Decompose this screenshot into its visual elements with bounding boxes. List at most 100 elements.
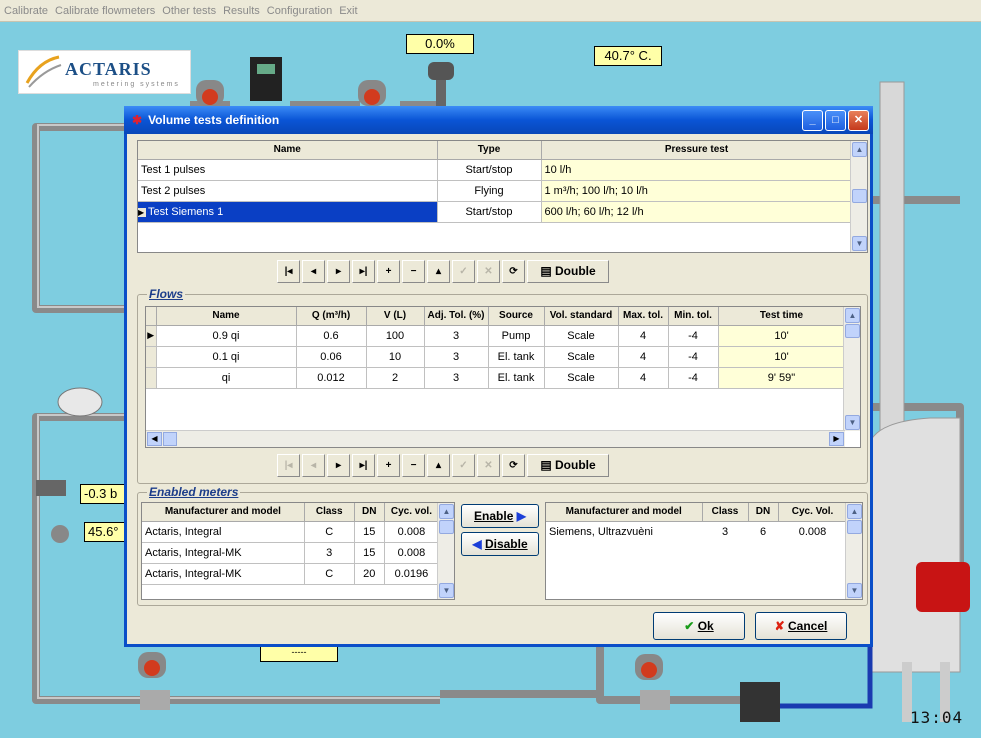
edit-record-button[interactable]: ▴: [427, 259, 450, 283]
edit-record-button[interactable]: ▴: [427, 453, 450, 477]
insert-record-button[interactable]: +: [377, 453, 400, 477]
maximize-button[interactable]: □: [825, 110, 846, 131]
col-v[interactable]: V (L): [366, 307, 425, 326]
scroll-up-icon[interactable]: ▲: [845, 308, 860, 323]
col-dn[interactable]: DN: [354, 503, 385, 522]
delete-record-button[interactable]: −: [402, 259, 425, 283]
table-row[interactable]: Siemens, Ultrazvuèni 3 6 0.008: [546, 521, 847, 542]
table-cell[interactable]: 4: [618, 367, 669, 389]
enabled-scrollbar[interactable]: ▲ ▼: [845, 503, 862, 599]
col-q[interactable]: Q (m³/h): [296, 307, 367, 326]
available-meters-grid[interactable]: Manufacturer and model Class DN Cyc. vol…: [141, 502, 455, 600]
table-cell[interactable]: 6: [748, 521, 778, 542]
col-max-tol[interactable]: Max. tol.: [618, 307, 669, 326]
col-dn[interactable]: DN: [748, 503, 779, 522]
ok-button[interactable]: ✔ Ok: [653, 612, 745, 640]
flows-hscrollbar[interactable]: ◀ ▶: [146, 430, 845, 447]
table-cell[interactable]: -4: [668, 325, 719, 347]
cancel-button[interactable]: ✘ Cancel: [755, 612, 847, 640]
hscroll-thumb[interactable]: [163, 432, 177, 446]
test-pressure[interactable]: 10 l/h: [541, 159, 853, 181]
menu-exit[interactable]: Exit: [339, 5, 357, 17]
scroll-down-icon[interactable]: ▼: [847, 583, 862, 598]
tests-grid[interactable]: Name Type Pressure test Test 1 pulses St…: [137, 140, 868, 253]
menu-calibrate-flowmeters[interactable]: Calibrate flowmeters: [55, 5, 155, 17]
table-cell[interactable]: Actaris, Integral-MK: [142, 542, 305, 564]
prior-record-button[interactable]: ◂: [302, 453, 325, 477]
double-button[interactable]: ▤ Double: [527, 453, 609, 477]
test-pressure[interactable]: 1 m³/h; 100 l/h; 10 l/h: [541, 180, 853, 202]
col-flow-name[interactable]: Name: [156, 307, 297, 326]
col-class[interactable]: Class: [702, 503, 749, 522]
scroll-down-icon[interactable]: ▼: [852, 236, 867, 251]
post-record-button[interactable]: ✓: [452, 453, 475, 477]
col-adj-tol[interactable]: Adj. Tol. (%): [424, 307, 489, 326]
test-name[interactable]: ▶ Test Siemens 1: [138, 201, 438, 223]
table-cell[interactable]: 2: [366, 367, 425, 389]
table-cell[interactable]: C: [304, 521, 355, 543]
table-cell[interactable]: El. tank: [488, 346, 545, 368]
menu-calibrate[interactable]: Calibrate: [4, 5, 48, 17]
close-button[interactable]: ✕: [848, 110, 869, 131]
table-cell[interactable]: 9' 59": [718, 367, 846, 389]
table-cell[interactable]: 0.008: [384, 521, 440, 543]
table-cell[interactable]: 20: [354, 563, 385, 585]
table-cell[interactable]: Actaris, Integral: [142, 521, 305, 543]
scroll-down-icon[interactable]: ▼: [845, 415, 860, 430]
cancel-edit-button[interactable]: ✕: [477, 259, 500, 283]
table-cell[interactable]: C: [304, 563, 355, 585]
table-cell[interactable]: 15: [354, 542, 385, 564]
table-cell[interactable]: 100: [366, 325, 425, 347]
table-row[interactable]: Actaris, Integral-MK 3 15 0.008: [142, 542, 440, 564]
table-row[interactable]: ▶ 0.9 qi 0.6 100 3 Pump Scale 4 -4 10': [146, 325, 846, 347]
dialog-title-bar[interactable]: ✱ Volume tests definition _ □ ✕: [124, 106, 873, 134]
col-vol-standard[interactable]: Vol. standard: [544, 307, 619, 326]
table-cell[interactable]: 0.008: [384, 542, 440, 564]
disable-button[interactable]: ◀ Disable: [461, 532, 539, 556]
col-test-time[interactable]: Test time: [718, 307, 846, 326]
flows-vscrollbar[interactable]: ▲ ▼: [843, 307, 860, 431]
enabled-meters-grid[interactable]: Manufacturer and model Class DN Cyc. Vol…: [545, 502, 863, 600]
table-cell[interactable]: Pump: [488, 325, 545, 347]
table-cell[interactable]: 0.9 qi: [156, 325, 297, 347]
table-cell[interactable]: 0.008: [778, 521, 847, 542]
table-cell[interactable]: 0.1 qi: [156, 346, 297, 368]
test-type[interactable]: Start/stop: [437, 201, 542, 223]
col-source[interactable]: Source: [488, 307, 545, 326]
table-row[interactable]: qi 0.012 2 3 El. tank Scale 4 -4 9' 59": [146, 367, 846, 389]
table-cell[interactable]: 0.06: [296, 346, 367, 368]
table-cell[interactable]: 3: [424, 325, 489, 347]
col-manufacturer[interactable]: Manufacturer and model: [142, 503, 305, 522]
table-cell[interactable]: -4: [668, 367, 719, 389]
table-row[interactable]: 0.1 qi 0.06 10 3 El. tank Scale 4 -4 10': [146, 346, 846, 368]
menu-configuration[interactable]: Configuration: [267, 5, 332, 17]
table-cell[interactable]: 0.0196: [384, 563, 440, 585]
col-class[interactable]: Class: [304, 503, 355, 522]
first-record-button[interactable]: |◂: [277, 453, 300, 477]
scroll-left-icon[interactable]: ◀: [147, 432, 162, 446]
meters-scrollbar[interactable]: ▲ ▼: [437, 503, 454, 599]
table-cell[interactable]: Scale: [544, 325, 619, 347]
test-type[interactable]: Flying: [437, 180, 542, 202]
table-row[interactable]: Actaris, Integral C 15 0.008: [142, 521, 440, 543]
next-record-button[interactable]: ▸: [327, 259, 350, 283]
post-record-button[interactable]: ✓: [452, 259, 475, 283]
test-name[interactable]: Test 2 pulses: [138, 180, 438, 202]
table-row[interactable]: Test 2 pulses Flying 1 m³/h; 100 l/h; 10…: [138, 180, 853, 202]
table-cell[interactable]: 15: [354, 521, 385, 543]
scroll-down-icon[interactable]: ▼: [439, 583, 454, 598]
table-cell[interactable]: 10: [366, 346, 425, 368]
first-record-button[interactable]: |◂: [277, 259, 300, 283]
scroll-up-icon[interactable]: ▲: [439, 504, 454, 519]
table-cell[interactable]: -4: [668, 346, 719, 368]
table-row[interactable]: Actaris, Integral-MK C 20 0.0196: [142, 563, 440, 585]
table-cell[interactable]: Scale: [544, 346, 619, 368]
table-row[interactable]: Test 1 pulses Start/stop 10 l/h: [138, 159, 853, 181]
scroll-up-icon[interactable]: ▲: [852, 142, 867, 157]
table-cell[interactable]: 10': [718, 346, 846, 368]
menu-results[interactable]: Results: [223, 5, 260, 17]
table-cell[interactable]: 3: [424, 346, 489, 368]
table-cell[interactable]: 3: [424, 367, 489, 389]
next-record-button[interactable]: ▸: [327, 453, 350, 477]
last-record-button[interactable]: ▸|: [352, 259, 375, 283]
